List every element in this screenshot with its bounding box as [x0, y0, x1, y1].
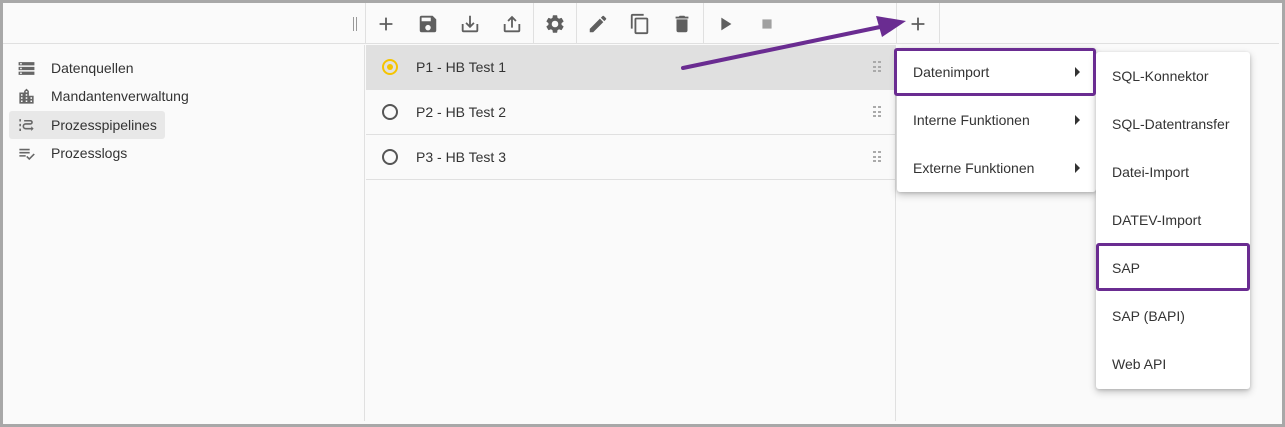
submenu-item-label: SAP [1112, 260, 1141, 276]
add-button[interactable] [365, 3, 407, 44]
submenu-item-label: SAP (BAPI) [1112, 308, 1185, 324]
sidebar-item-label: Prozesslogs [51, 145, 128, 161]
radio-button[interactable] [382, 104, 398, 120]
menu-item-label: Datenimport [913, 64, 990, 80]
save-icon [419, 15, 437, 32]
upload-button[interactable] [491, 3, 533, 44]
pipeline-label: P1 - HB Test 1 [416, 59, 507, 75]
add-step-icon [911, 17, 925, 30]
pipeline-list: P1 - HB Test 1 P2 - HB Test 2 P3 - HB Te… [366, 45, 896, 421]
edit-icon [589, 15, 607, 32]
stop-button[interactable] [746, 3, 788, 44]
submenu-arrow-icon [1075, 67, 1080, 77]
pipeline-row-p2[interactable]: P2 - HB Test 2 [366, 90, 896, 135]
save-button[interactable] [407, 3, 449, 44]
submenu-arrow-icon [1075, 163, 1080, 173]
submenu-item-sap-bapi[interactable]: SAP (BAPI) [1096, 292, 1250, 340]
submenu-item-sql-konnektor[interactable]: SQL-Konnektor [1096, 52, 1250, 100]
sidebar-item-prozesspipelines[interactable]: Prozesspipelines [9, 111, 165, 139]
datenimport-submenu: SQL-Konnektor SQL-Datentransfer Datei-Im… [1096, 52, 1250, 389]
sidebar-item-mandantenverwaltung[interactable]: Mandantenverwaltung [9, 82, 197, 110]
delete-icon [675, 15, 689, 32]
building-icon [19, 88, 34, 104]
radio-button[interactable] [382, 149, 398, 165]
copy-icon [630, 13, 649, 34]
stop-icon [762, 18, 772, 29]
add-icon [379, 17, 393, 30]
menu-item-label: Externe Funktionen [913, 160, 1035, 176]
menu-item-interne-funktionen[interactable]: Interne Funktionen [897, 96, 1096, 144]
submenu-item-datei-import[interactable]: Datei-Import [1096, 148, 1250, 196]
sidebar-item-label: Mandantenverwaltung [51, 88, 189, 104]
drag-handle-icon[interactable] [873, 106, 881, 118]
sidebar-item-label: Datenquellen [51, 60, 134, 76]
download-icon [461, 15, 479, 32]
sidebar: Datenquellen Mandantenverwaltung Prozess… [3, 45, 365, 421]
submenu-item-sql-datentransfer[interactable]: SQL-Datentransfer [1096, 100, 1250, 148]
radio-button-selected[interactable] [382, 59, 398, 75]
drag-handle-icon[interactable] [873, 61, 881, 73]
submenu-arrow-icon [1075, 115, 1080, 125]
settings-button[interactable] [534, 3, 576, 44]
submenu-item-label: Web API [1112, 356, 1167, 372]
download-button[interactable] [449, 3, 491, 44]
checklist-icon [19, 148, 35, 160]
pipeline-icon [19, 118, 34, 131]
menu-item-externe-funktionen[interactable]: Externe Funktionen [897, 144, 1096, 192]
add-step-button[interactable] [897, 3, 939, 44]
pipeline-row-p3[interactable]: P3 - HB Test 3 [366, 135, 896, 180]
menu-item-label: Interne Funktionen [913, 112, 1030, 128]
play-icon [721, 17, 732, 30]
sidebar-item-label: Prozesspipelines [51, 117, 157, 133]
toolbar [3, 3, 1279, 44]
submenu-item-datev-import[interactable]: DATEV-Import [1096, 196, 1250, 244]
drag-handle-icon[interactable] [873, 151, 881, 163]
delete-button[interactable] [661, 3, 703, 44]
settings-icon [546, 14, 564, 33]
submenu-item-label: SQL-Datentransfer [1112, 116, 1230, 132]
panel-resize-handle[interactable] [350, 13, 360, 35]
menu-item-datenimport[interactable]: Datenimport [897, 48, 1096, 96]
pipeline-label: P3 - HB Test 3 [416, 149, 507, 165]
add-step-menu: Datenimport Interne Funktionen Externe F… [897, 48, 1096, 192]
submenu-item-web-api[interactable]: Web API [1096, 340, 1250, 388]
run-button[interactable] [704, 3, 746, 44]
pipeline-label: P2 - HB Test 2 [416, 104, 507, 120]
copy-button[interactable] [619, 3, 661, 44]
pipeline-row-p1[interactable]: P1 - HB Test 1 [366, 45, 896, 90]
storage-icon [18, 61, 35, 75]
edit-button[interactable] [577, 3, 619, 44]
submenu-item-label: DATEV-Import [1112, 212, 1202, 228]
sidebar-item-datenquellen[interactable]: Datenquellen [9, 54, 142, 82]
submenu-item-label: Datei-Import [1112, 164, 1190, 180]
sidebar-item-prozesslogs[interactable]: Prozesslogs [9, 139, 135, 167]
submenu-item-label: SQL-Konnektor [1112, 68, 1209, 84]
submenu-item-sap[interactable]: SAP [1096, 244, 1250, 292]
upload-icon [503, 15, 521, 32]
toolbar-divider [939, 3, 940, 44]
